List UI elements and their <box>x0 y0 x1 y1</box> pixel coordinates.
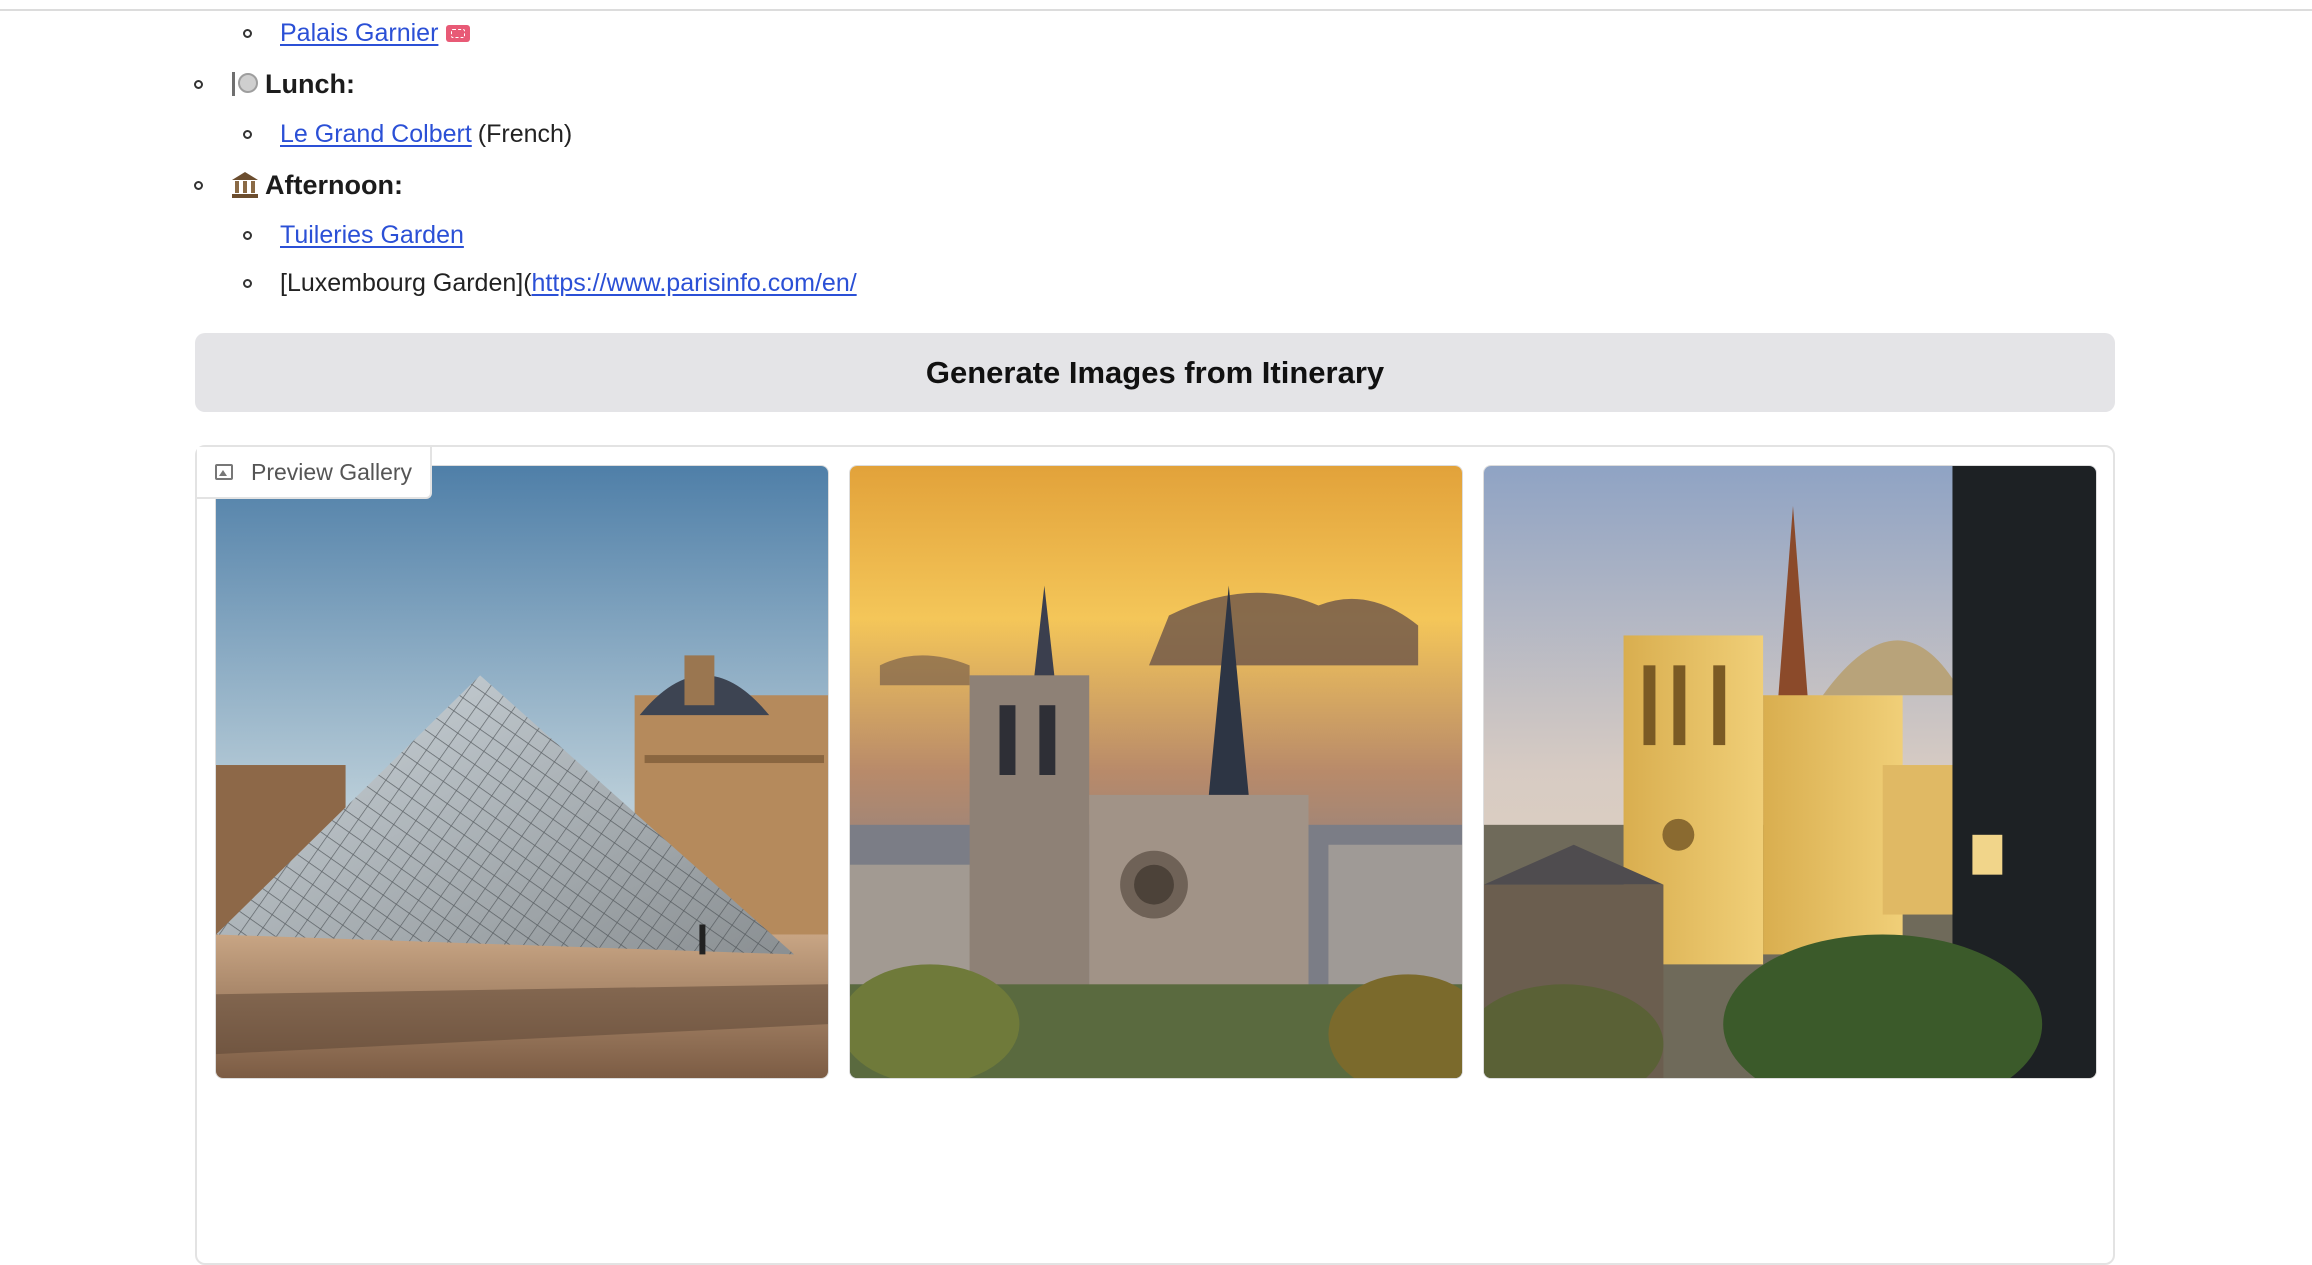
notre-dame-sunset-image <box>850 466 1462 1078</box>
gallery-image-notre-dame-sunset[interactable] <box>849 465 1463 1079</box>
list-bullet <box>243 29 252 38</box>
notre-dame-golden-image <box>1484 466 2096 1078</box>
parisinfo-link[interactable]: https://www.parisinfo.com/en/ <box>532 269 857 298</box>
list-item-luxembourg: [Luxembourg Garden]( https://www.parisin… <box>280 266 857 300</box>
tuileries-garden-link[interactable]: Tuileries Garden <box>280 221 464 250</box>
afternoon-section: Afternoon: <box>231 167 403 203</box>
le-grand-colbert-link[interactable]: Le Grand Colbert <box>280 120 472 149</box>
gallery-label: Preview Gallery <box>197 447 433 499</box>
gallery-label-text: Preview Gallery <box>251 458 413 485</box>
list-item-palais: Palais Garnier <box>280 16 471 50</box>
gallery-image-notre-dame-golden[interactable] <box>1483 465 2097 1079</box>
palais-garnier-link[interactable]: Palais Garnier <box>280 19 438 48</box>
list-item-lunch: Le Grand Colbert (French) <box>280 117 572 151</box>
list-item-tuileries: Tuileries Garden <box>280 218 464 252</box>
luxembourg-markdown-text: [Luxembourg Garden]( <box>280 268 532 297</box>
itinerary-content: Palais Garnier Lunch: Le Grand Colbert (… <box>0 0 2312 1265</box>
list-bullet <box>243 279 252 288</box>
list-bullet <box>194 181 203 190</box>
classical-building-icon <box>231 171 259 199</box>
list-bullet <box>243 231 252 240</box>
gallery-image-louvre-pyramid[interactable] <box>215 465 829 1079</box>
image-icon <box>215 464 233 480</box>
generate-images-button[interactable]: Generate Images from Itinerary <box>195 333 2115 412</box>
list-bullet <box>194 80 203 89</box>
preview-gallery: Preview Gallery <box>195 445 2115 1265</box>
lunch-section: Lunch: <box>231 66 355 102</box>
fork-and-plate-icon <box>231 70 259 98</box>
louvre-pyramid-image <box>216 466 828 1078</box>
ticket-icon <box>446 24 471 42</box>
list-bullet <box>243 130 252 139</box>
afternoon-heading: Afternoon: <box>265 169 403 200</box>
cuisine-note: (French) <box>477 119 573 148</box>
lunch-heading: Lunch: <box>265 68 355 99</box>
